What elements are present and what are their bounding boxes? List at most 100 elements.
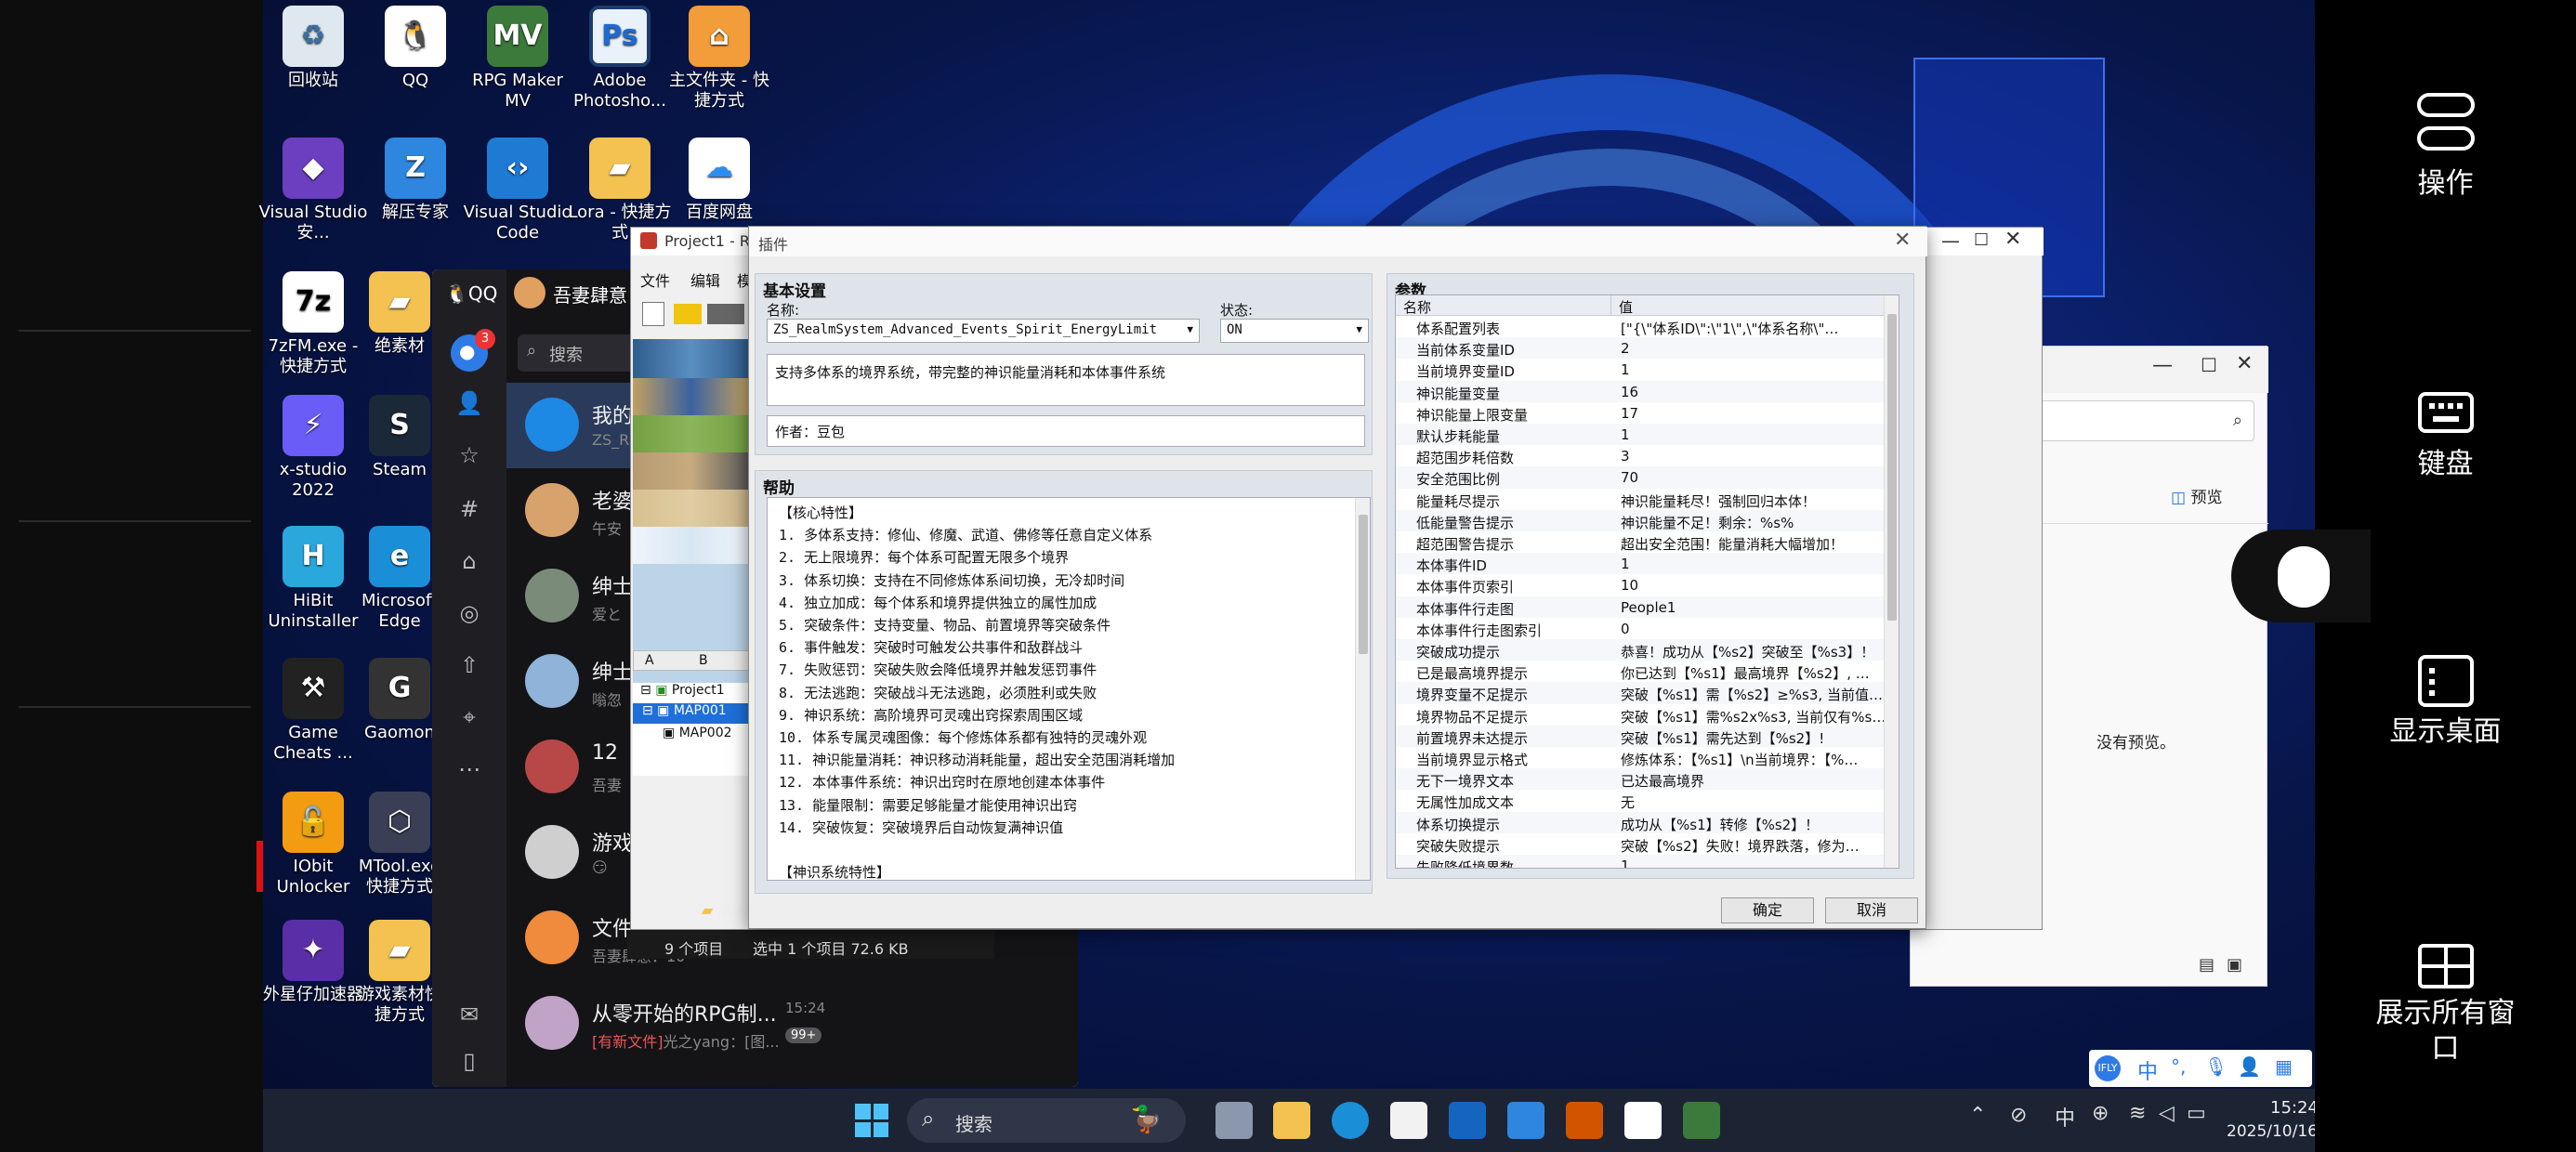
app-icon[interactable] — [1566, 1102, 1603, 1139]
avatar[interactable] — [514, 277, 545, 308]
show-all-windows-button[interactable]: 展示所有窗口 — [2315, 944, 2576, 1067]
share-icon[interactable]: ⇧ — [454, 652, 484, 682]
table-row[interactable]: 神识能量上限变量 17 — [1396, 402, 1886, 424]
mute-icon[interactable]: ⊘ — [2010, 1104, 2027, 1127]
tab-a[interactable]: A — [645, 653, 654, 668]
rpg-maker-icon[interactable] — [1683, 1102, 1720, 1139]
discover-icon[interactable]: ◎ — [454, 600, 484, 630]
table-row[interactable]: 能量耗尽提示 神识能量耗尽！强制回归本体！ — [1396, 489, 1886, 510]
clock-date[interactable]: 2025/10/16 — [2227, 1122, 2318, 1141]
table-row[interactable]: 本体事件行走图 People1 — [1396, 596, 1886, 618]
table-row[interactable]: 超范围步耗倍数 3 — [1396, 445, 1886, 466]
help-scrollbar[interactable] — [1355, 498, 1370, 880]
minimize-icon[interactable]: — — [2152, 354, 2173, 377]
grid-icon[interactable]: ▦ — [2275, 1055, 2293, 1078]
tree-map001[interactable]: ⊟ ▣ MAP001 — [633, 703, 749, 724]
input-lang[interactable]: 中 — [2055, 1102, 2075, 1132]
star-icon[interactable]: ☆ — [454, 442, 484, 472]
desktop-icon-recycle-bin[interactable]: ♻ 回收站 — [257, 6, 369, 91]
params-scrollbar[interactable] — [1884, 295, 1899, 868]
close-icon[interactable]: ✕ — [1894, 229, 1911, 252]
operate-button[interactable]: 操作 — [2315, 93, 2576, 201]
table-row[interactable]: 境界变量不足提示 突破【%s1】需【%s2】≥%s3, 当前值… — [1396, 682, 1886, 704]
plugin-status-select[interactable]: ON ▼ — [1220, 319, 1369, 343]
ime-logo-icon[interactable]: IFLY — [2095, 1055, 2121, 1081]
apps-icon[interactable]: ⋯ — [454, 756, 484, 786]
table-row[interactable]: 本体事件ID 1 — [1396, 553, 1886, 575]
mic-icon[interactable]: 🎙 — [2204, 1055, 2228, 1078]
wifi-icon[interactable]: ≋ — [2129, 1102, 2146, 1125]
table-row[interactable]: 无属性加成文本 无 — [1396, 790, 1886, 811]
close-icon[interactable]: ✕ — [2004, 228, 2021, 251]
chat-nav-button[interactable]: ● 3 — [451, 329, 495, 372]
cancel-button[interactable]: 取消 — [1825, 897, 1918, 923]
desktop-icon-iobit[interactable]: 🔓 IObit Unlocker — [257, 792, 369, 897]
desktop-icon-rpg-maker[interactable]: MV RPG Maker MV — [462, 6, 573, 111]
edge-icon[interactable] — [1332, 1102, 1369, 1139]
qq-icon[interactable] — [1624, 1102, 1662, 1139]
mail-icon[interactable]: ✉ — [454, 1001, 484, 1031]
table-row[interactable]: 突破失败提示 突破【%s2】失败！境界跌落，修为… — [1396, 833, 1886, 855]
table-row[interactable]: 前置境界未达提示 突破【%s1】需先达到【%s2】! — [1396, 725, 1886, 747]
table-row[interactable]: 当前境界显示格式 修炼体系：【%s1】\n当前境界：【%… — [1396, 747, 1886, 768]
tab-b[interactable]: B — [699, 653, 708, 668]
table-row[interactable]: 失败降低境界数 1 — [1396, 855, 1886, 868]
close-icon[interactable]: ✕ — [2236, 352, 2253, 375]
task-view-icon[interactable] — [1216, 1102, 1253, 1139]
minimize-icon[interactable]: — — [1941, 229, 1960, 252]
tree-map002[interactable]: ▣ MAP002 — [663, 726, 732, 740]
desktop-icon-7zfm[interactable]: 7z 7zFM.exe - 快捷方式 — [257, 271, 369, 377]
table-row[interactable]: 本体事件行走图索引 0 — [1396, 618, 1886, 639]
tree-project[interactable]: ⊟ ▣ Project1 — [640, 683, 725, 698]
help-text-box[interactable]: 【核心特性】 1. 多体系支持：修仙、修魔、武道、佛修等任意自定义体系 2. 无… — [767, 497, 1371, 881]
table-row[interactable]: 境界物品不足提示 突破【%s1】需%s2x%s3, 当前仅有%s… — [1396, 704, 1886, 726]
desktop-icon-baidu[interactable]: ☁ 百度网盘 — [664, 137, 775, 223]
desktop-icon-visual-studio[interactable]: ◆ Visual Studio 安... — [257, 137, 369, 243]
desktop-icon-qq[interactable]: 🐧 QQ — [360, 6, 471, 91]
desktop-icon-accelerator[interactable]: ✦ 外星仔加速器 — [257, 920, 369, 1005]
toolbar-icon[interactable] — [707, 304, 744, 324]
start-icon[interactable] — [855, 1104, 888, 1137]
phone-icon[interactable]: ▯ — [454, 1048, 484, 1078]
outlook-icon[interactable] — [1449, 1102, 1486, 1139]
table-row[interactable]: 神识能量变量 16 — [1396, 380, 1886, 402]
scrollbar-thumb[interactable] — [1359, 515, 1368, 654]
preview-button[interactable]: ◫ 预览 — [2171, 484, 2222, 507]
contacts-icon[interactable]: 👤 — [454, 390, 484, 420]
table-row[interactable]: 低能量警告提示 神识能量不足！剩余：%s% — [1396, 509, 1886, 531]
taskbar-search[interactable]: ⌕ 搜索 🦆 — [907, 1098, 1186, 1143]
ime-lang[interactable]: 中 — [2137, 1055, 2158, 1085]
table-row[interactable]: 体系配置列表 ["{\"体系ID\":\"1\",\"体系名称\"… — [1396, 316, 1886, 337]
keyboard-button[interactable]: 键盘 — [2315, 392, 2576, 481]
table-row[interactable]: 本体事件页索引 10 — [1396, 574, 1886, 596]
ok-button[interactable]: 确定 — [1721, 897, 1814, 923]
battery-icon[interactable]: ▭ — [2187, 1102, 2206, 1125]
table-row[interactable]: 已是最高境界提示 你已达到【%s1】最高境界【%s2】, … — [1396, 661, 1886, 682]
store-icon[interactable] — [1390, 1102, 1427, 1139]
open-folder-icon[interactable] — [674, 304, 702, 324]
desktop-icon-home-folder[interactable]: ⌂ 主文件夹 - 快捷方式 — [664, 6, 775, 111]
explorer-search-box[interactable]: ⌕ — [2036, 400, 2254, 441]
list-item[interactable]: 从零开始的RPG制... [有新文件]光之yang：[图... 15:24 99… — [506, 981, 1078, 1067]
globe-icon[interactable]: ⊕ — [2092, 1102, 2109, 1125]
maximize-icon[interactable]: ☐ — [1974, 230, 1989, 250]
desktop-icon-x-studio[interactable]: ⚡ x-studio 2022 — [257, 395, 369, 501]
table-row[interactable]: 无下一境界文本 已达最高境界 — [1396, 768, 1886, 791]
menu-file[interactable]: 文件 — [640, 268, 670, 291]
game-icon[interactable]: ⌂ — [454, 548, 484, 578]
desktop-icon-unzip[interactable]: Z 解压专家 — [360, 137, 471, 223]
clock-time[interactable]: 15:24 — [2270, 1098, 2319, 1118]
tiles-view-icon[interactable]: ▣ — [2227, 955, 2242, 975]
new-project-icon[interactable] — [642, 302, 664, 326]
punctuation-icon[interactable]: °, — [2171, 1055, 2186, 1078]
plugin-name-select[interactable]: ZS_RealmSystem_Advanced_Events_Spirit_En… — [767, 319, 1200, 343]
maximize-icon[interactable]: ☐ — [2201, 354, 2217, 376]
unzip-icon[interactable] — [1507, 1102, 1544, 1139]
details-view-icon[interactable]: ▤ — [2199, 955, 2215, 975]
desktop-icon-photoshop[interactable]: Ps Adobe Photosho... — [564, 6, 676, 111]
desktop-icon-vscode[interactable]: ‹› Visual Studio Code — [462, 137, 573, 243]
chevron-up-icon[interactable]: ⌃ — [1969, 1104, 1986, 1127]
user-icon[interactable]: 👤 — [2238, 1055, 2261, 1078]
gamepad-icon[interactable]: ⌖ — [454, 704, 484, 734]
show-desktop-button[interactable]: 显示桌面 — [2315, 655, 2576, 750]
